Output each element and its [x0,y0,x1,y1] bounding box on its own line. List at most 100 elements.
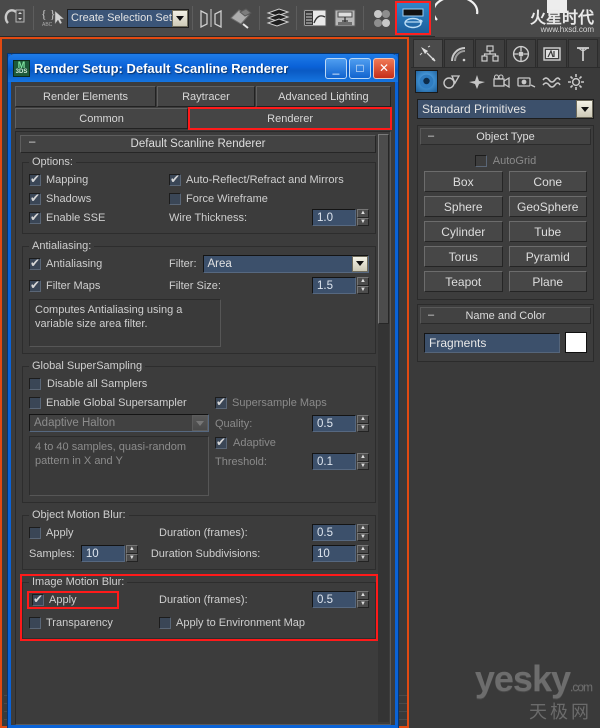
cone-button[interactable]: Cone [508,171,587,192]
duration-subdivisions-value[interactable]: 10 [312,545,356,562]
mapping-checkbox[interactable] [29,172,41,186]
layer-manager-icon[interactable] [263,3,293,33]
object-blur-duration-spinner[interactable]: 0.5 ▲ ▼ [312,524,369,541]
close-button[interactable]: ✕ [373,57,395,79]
image-blur-apply-checkbox[interactable] [32,592,44,606]
object-blur-duration-value[interactable]: 0.5 [312,524,356,541]
default-scanline-renderer-rollout-header[interactable]: – Default Scanline Renderer [20,135,376,153]
quality-value[interactable]: 0.5 [312,415,356,432]
supersample-maps-row[interactable]: Supersample Maps [215,395,327,409]
spinner-arrows[interactable]: ▲ ▼ [357,209,369,226]
image-blur-duration-spinner[interactable]: 0.5 ▲ ▼ [312,591,369,608]
auto-reflect-checkbox[interactable] [169,172,181,186]
spinner-arrows[interactable]: ▲ ▼ [125,545,138,562]
samples-spinner[interactable]: 10 ▲ ▼ [80,545,138,562]
image-blur-apply-row[interactable]: Apply [27,590,119,609]
maximize-button[interactable]: □ [349,57,371,79]
force-wireframe-checkbox-row[interactable]: Force Wireframe [169,192,268,205]
spinner-arrows[interactable]: ▲ ▼ [357,415,369,432]
systems-button[interactable] [565,70,588,93]
schematic-view-icon[interactable] [330,3,360,33]
sphere-button[interactable]: Sphere [424,196,503,217]
modify-tab[interactable] [444,39,474,67]
space-warps-button[interactable] [540,70,563,93]
object-name-input[interactable]: Fragments [424,332,560,353]
threshold-spinner[interactable]: 0.1 ▲ ▼ [312,453,369,470]
chevron-down-icon[interactable] [576,100,593,118]
filter-maps-checkbox-row[interactable]: Filter Maps [29,278,169,292]
filter-dropdown[interactable]: Area [202,254,369,273]
disable-all-samplers-row[interactable]: Disable all Samplers [29,374,369,393]
spinner-arrows[interactable]: ▲ ▼ [357,277,369,294]
shadows-checkbox-row[interactable]: Shadows [29,191,169,205]
collapse-icon[interactable]: – [428,130,434,142]
motion-tab[interactable] [506,39,536,67]
selection-set-input[interactable]: Create Selection Set [67,8,189,28]
wire-thickness-spinner[interactable]: 1.0 ▲ ▼ [312,209,369,226]
mapping-checkbox-row[interactable]: Mapping [29,172,169,186]
object-blur-apply-checkbox[interactable] [29,526,41,539]
chevron-down-icon[interactable] [352,255,368,272]
image-blur-duration-value[interactable]: 0.5 [312,591,356,608]
object-category-dropdown[interactable]: Standard Primitives [417,99,594,119]
create-tab[interactable] [413,39,443,67]
tab-common[interactable]: Common [15,108,189,129]
filter-size-value[interactable]: 1.5 [312,277,356,294]
curve-editor-icon[interactable] [300,3,330,33]
samples-value[interactable]: 10 [80,545,125,562]
snaps-toggle-icon[interactable] [0,3,30,33]
object-color-swatch[interactable] [565,332,587,353]
chevron-down-icon[interactable] [192,415,208,431]
object-type-header[interactable]: – Object Type [420,128,591,145]
auto-reflect-checkbox-row[interactable]: Auto-Reflect/Refract and Mirrors [169,172,344,186]
supersample-maps-checkbox[interactable] [215,395,227,409]
force-wireframe-checkbox[interactable] [169,192,181,205]
cylinder-button[interactable]: Cylinder [424,221,503,242]
duration-subdivisions-spinner[interactable]: 10 ▲ ▼ [312,545,369,562]
transparency-checkbox[interactable] [29,616,41,629]
mirror-icon[interactable] [196,3,226,33]
antialiasing-checkbox[interactable] [29,256,41,270]
threshold-value[interactable]: 0.1 [312,453,356,470]
dialog-scrollbar[interactable] [378,134,389,722]
tab-raytracer[interactable]: Raytracer [157,86,255,107]
minimize-button[interactable]: _ [325,57,347,79]
spinner-arrows[interactable]: ▲ ▼ [357,524,369,541]
spinner-arrows[interactable]: ▲ ▼ [357,545,369,562]
pyramid-button[interactable]: Pyramid [508,246,587,267]
torus-button[interactable]: Torus [424,246,503,267]
shadows-checkbox[interactable] [29,191,41,205]
antialiasing-checkbox-row[interactable]: Antialiasing [29,256,169,270]
chevron-down-icon[interactable] [172,9,188,27]
transparency-row[interactable]: Transparency [29,616,159,629]
tab-advanced-lighting[interactable]: Advanced Lighting [255,86,391,107]
align-icon[interactable] [226,3,256,33]
wire-thickness-value[interactable]: 1.0 [312,209,356,226]
cameras-button[interactable] [490,70,513,93]
material-editor-icon[interactable] [367,3,397,33]
adaptive-row[interactable]: Adaptive [215,433,369,452]
enable-global-supersampler-row[interactable]: Enable Global Supersampler [29,396,215,409]
named-selection-sets-icon[interactable]: { } ABC [37,3,67,33]
sampler-dropdown[interactable]: Adaptive Halton [29,414,209,432]
object-blur-apply-row[interactable]: Apply [29,526,159,539]
teapot-button[interactable]: Teapot [424,271,503,292]
quality-spinner[interactable]: 0.5 ▲ ▼ [312,415,369,432]
render-setup-icon[interactable] [395,1,431,35]
hierarchy-tab[interactable] [475,39,505,67]
filter-size-spinner[interactable]: 1.5 ▲ ▼ [312,277,369,294]
spinner-arrows[interactable]: ▲ ▼ [357,591,369,608]
collapse-icon[interactable]: – [428,309,434,321]
collapse-icon[interactable]: – [29,136,35,148]
tab-renderer[interactable]: Renderer [188,107,392,130]
box-button[interactable]: Box [424,171,503,192]
apply-env-map-checkbox[interactable] [159,616,171,629]
tab-render-elements[interactable]: Render Elements [15,86,157,107]
filter-maps-checkbox[interactable] [29,278,41,292]
utilities-tab[interactable] [568,39,598,67]
helpers-button[interactable] [515,70,538,93]
dialog-titlebar[interactable]: M 3DS Render Setup: Default Scanline Rend… [8,54,398,82]
plane-button[interactable]: Plane [508,271,587,292]
name-and-color-header[interactable]: – Name and Color [420,307,591,324]
disable-all-samplers-checkbox[interactable] [29,377,41,390]
